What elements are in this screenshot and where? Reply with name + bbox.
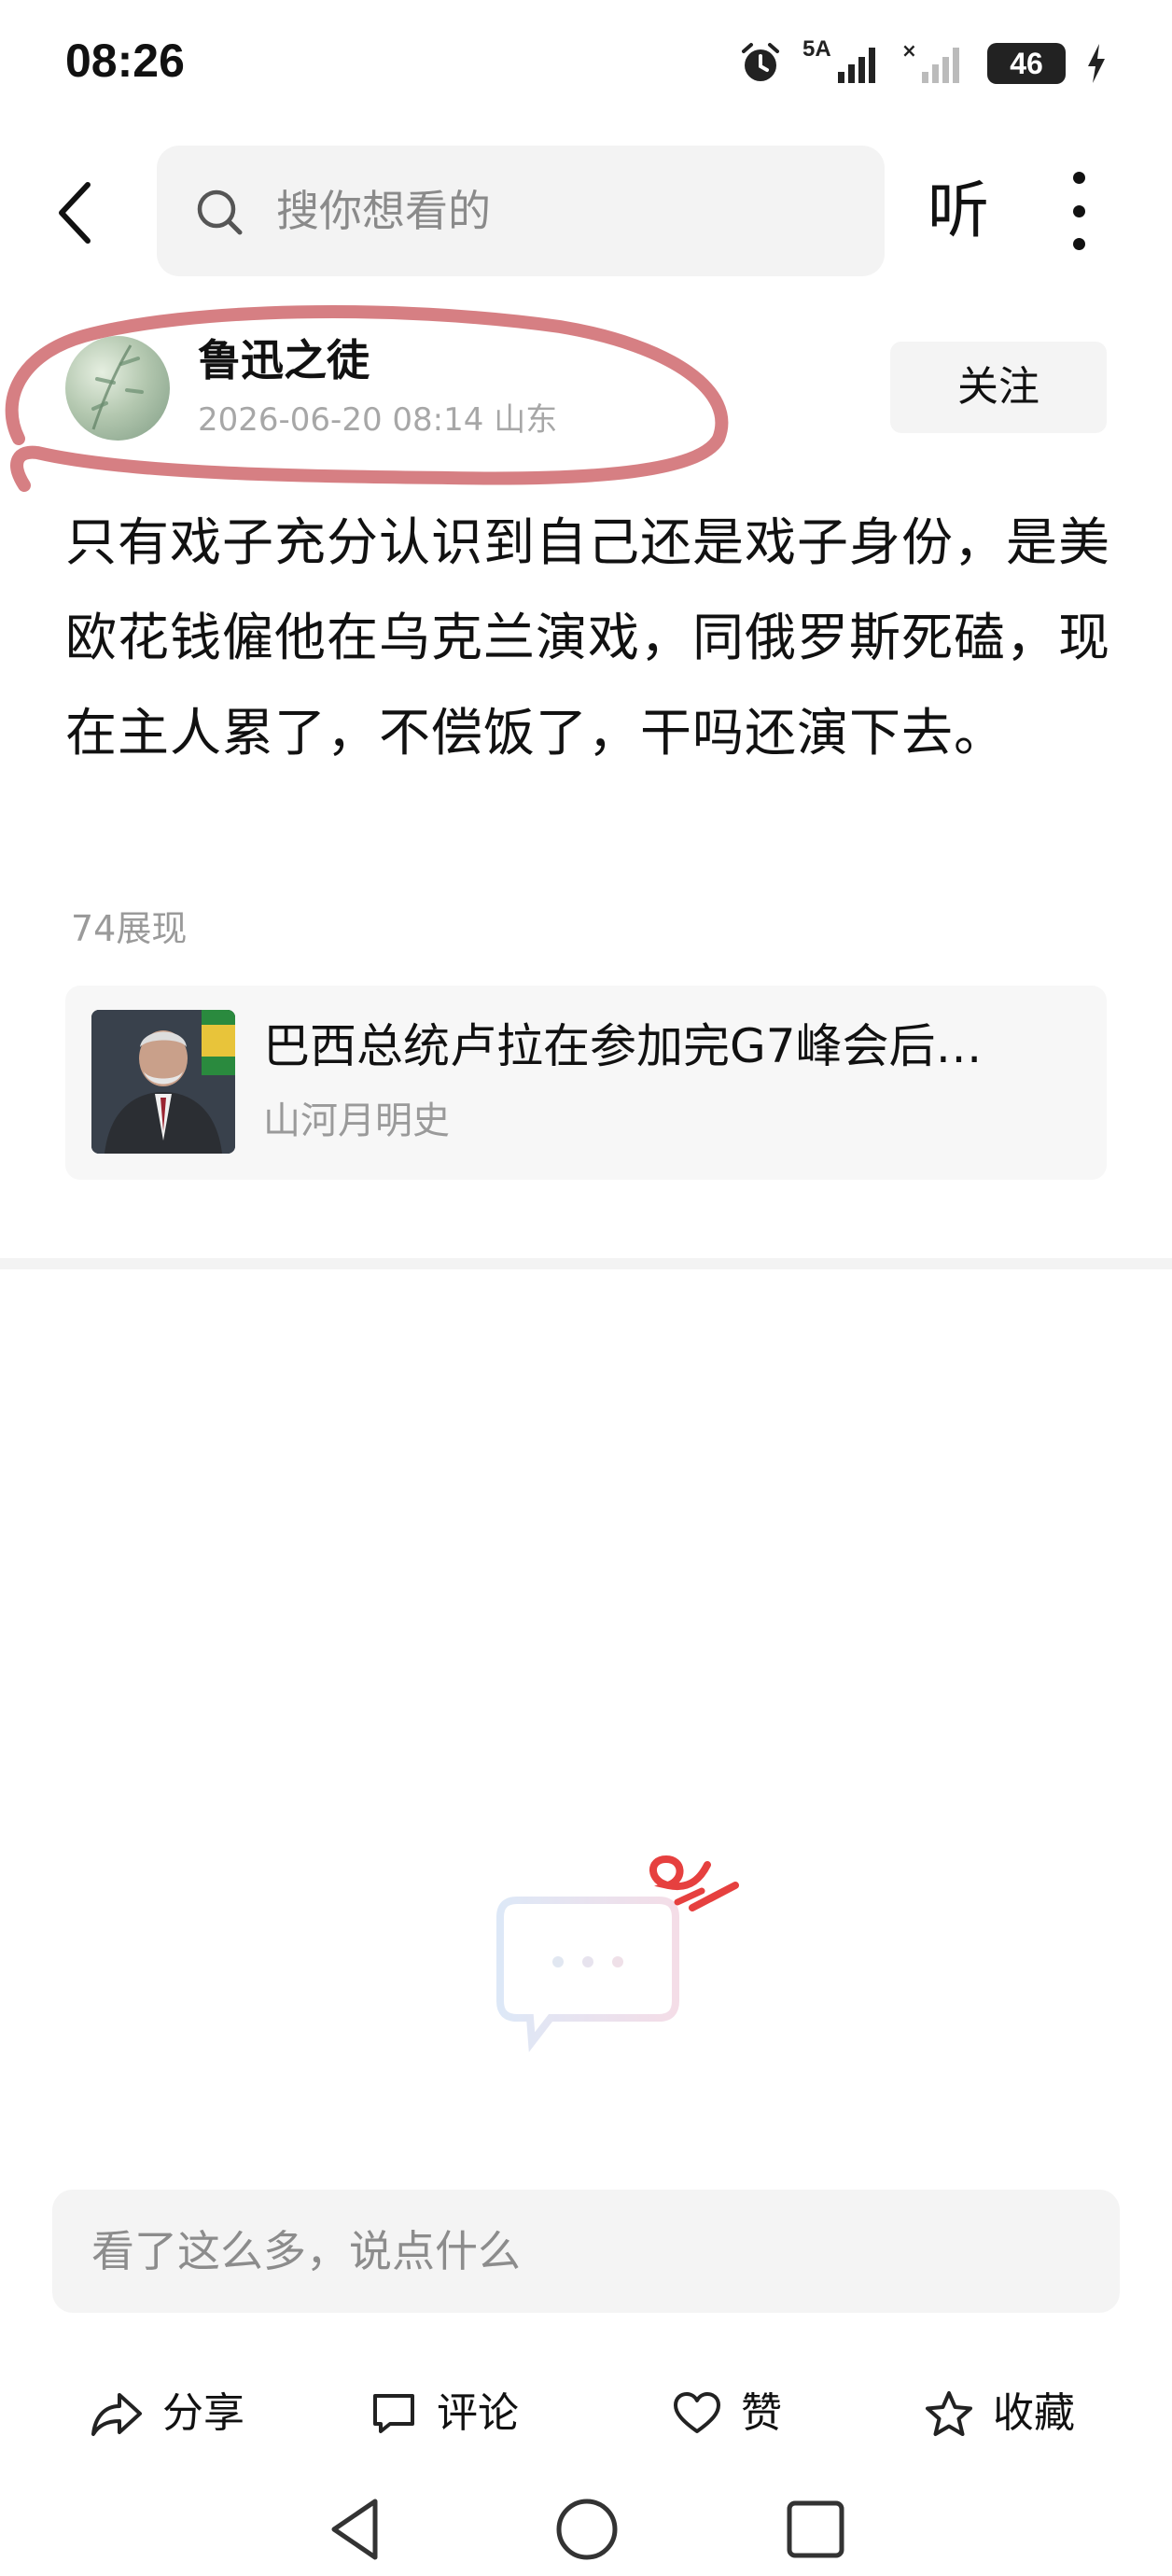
like-button[interactable]: 赞: [672, 2376, 782, 2451]
star-icon: [926, 2391, 972, 2436]
battery-icon: 46: [987, 43, 1066, 84]
article-thumbnail: [91, 1010, 235, 1154]
follow-button[interactable]: 关注: [890, 342, 1107, 433]
post-text: 只有戏子充分认识到自己还是戏子身份，是美欧花钱僱他在乌克兰演戏，同俄罗斯死磕，现…: [65, 512, 1111, 763]
section-divider: [0, 1258, 1172, 1269]
charging-icon: [1088, 44, 1105, 83]
view-count: 74展现: [71, 908, 188, 949]
share-button[interactable]: 分享: [90, 2376, 244, 2451]
action-bar: 分享 评论 赞 收藏: [0, 2376, 1172, 2451]
favorite-label: 收藏: [993, 2389, 1075, 2437]
avatar[interactable]: [65, 336, 170, 441]
nav-recents-icon[interactable]: [786, 2496, 845, 2563]
comment-label: 评论: [437, 2389, 519, 2437]
share-label: 分享: [162, 2389, 244, 2437]
back-icon[interactable]: [47, 175, 112, 250]
status-time: 08:26: [65, 35, 185, 87]
signal-icon: 5A: [802, 36, 881, 87]
linked-article-card[interactable]: 巴西总统卢拉在参加完G7峰会后… 山河月明史: [65, 986, 1107, 1180]
comment-icon: [373, 2394, 414, 2433]
share-icon: [91, 2393, 142, 2436]
author-name[interactable]: 鲁迅之徒: [198, 334, 370, 386]
favorite-button[interactable]: 收藏: [924, 2376, 1075, 2451]
search-box[interactable]: 搜你想看的: [157, 146, 885, 276]
signal-icon: ×: [901, 40, 959, 83]
heart-icon: [674, 2392, 720, 2433]
status-icons: 5A × 46: [739, 36, 1107, 90]
comment-button[interactable]: 评论: [370, 2376, 519, 2451]
system-nav-bar: [0, 2483, 1172, 2576]
search-icon: [197, 189, 243, 235]
search-placeholder: 搜你想看的: [276, 186, 491, 236]
post-meta: 2026-06-20 08:14 山东: [198, 401, 558, 439]
article-source: 山河月明史: [263, 1099, 450, 1142]
article-title: 巴西总统卢拉在参加完G7峰会后…: [263, 1019, 983, 1073]
listen-button[interactable]: 听: [928, 174, 989, 248]
svg-text:×: ×: [901, 40, 917, 62]
nav-back-icon[interactable]: [327, 2496, 386, 2563]
author-row: 鲁迅之徒 2026-06-20 08:14 山东 关注: [0, 317, 1172, 457]
alarm-icon: [742, 43, 779, 81]
like-label: 赞: [741, 2389, 782, 2437]
nav-home-icon[interactable]: [554, 2496, 620, 2563]
top-nav: 搜你想看的 听: [0, 140, 1172, 280]
empty-comments-icon: [496, 1855, 739, 2052]
status-bar: 08:26 5A × 46: [0, 0, 1172, 131]
battery-level: 46: [1010, 47, 1043, 80]
comment-input[interactable]: 看了这么多，说点什么: [52, 2190, 1120, 2313]
more-options-icon[interactable]: [1060, 172, 1097, 250]
comment-placeholder: 看了这么多，说点什么: [91, 2226, 521, 2276]
